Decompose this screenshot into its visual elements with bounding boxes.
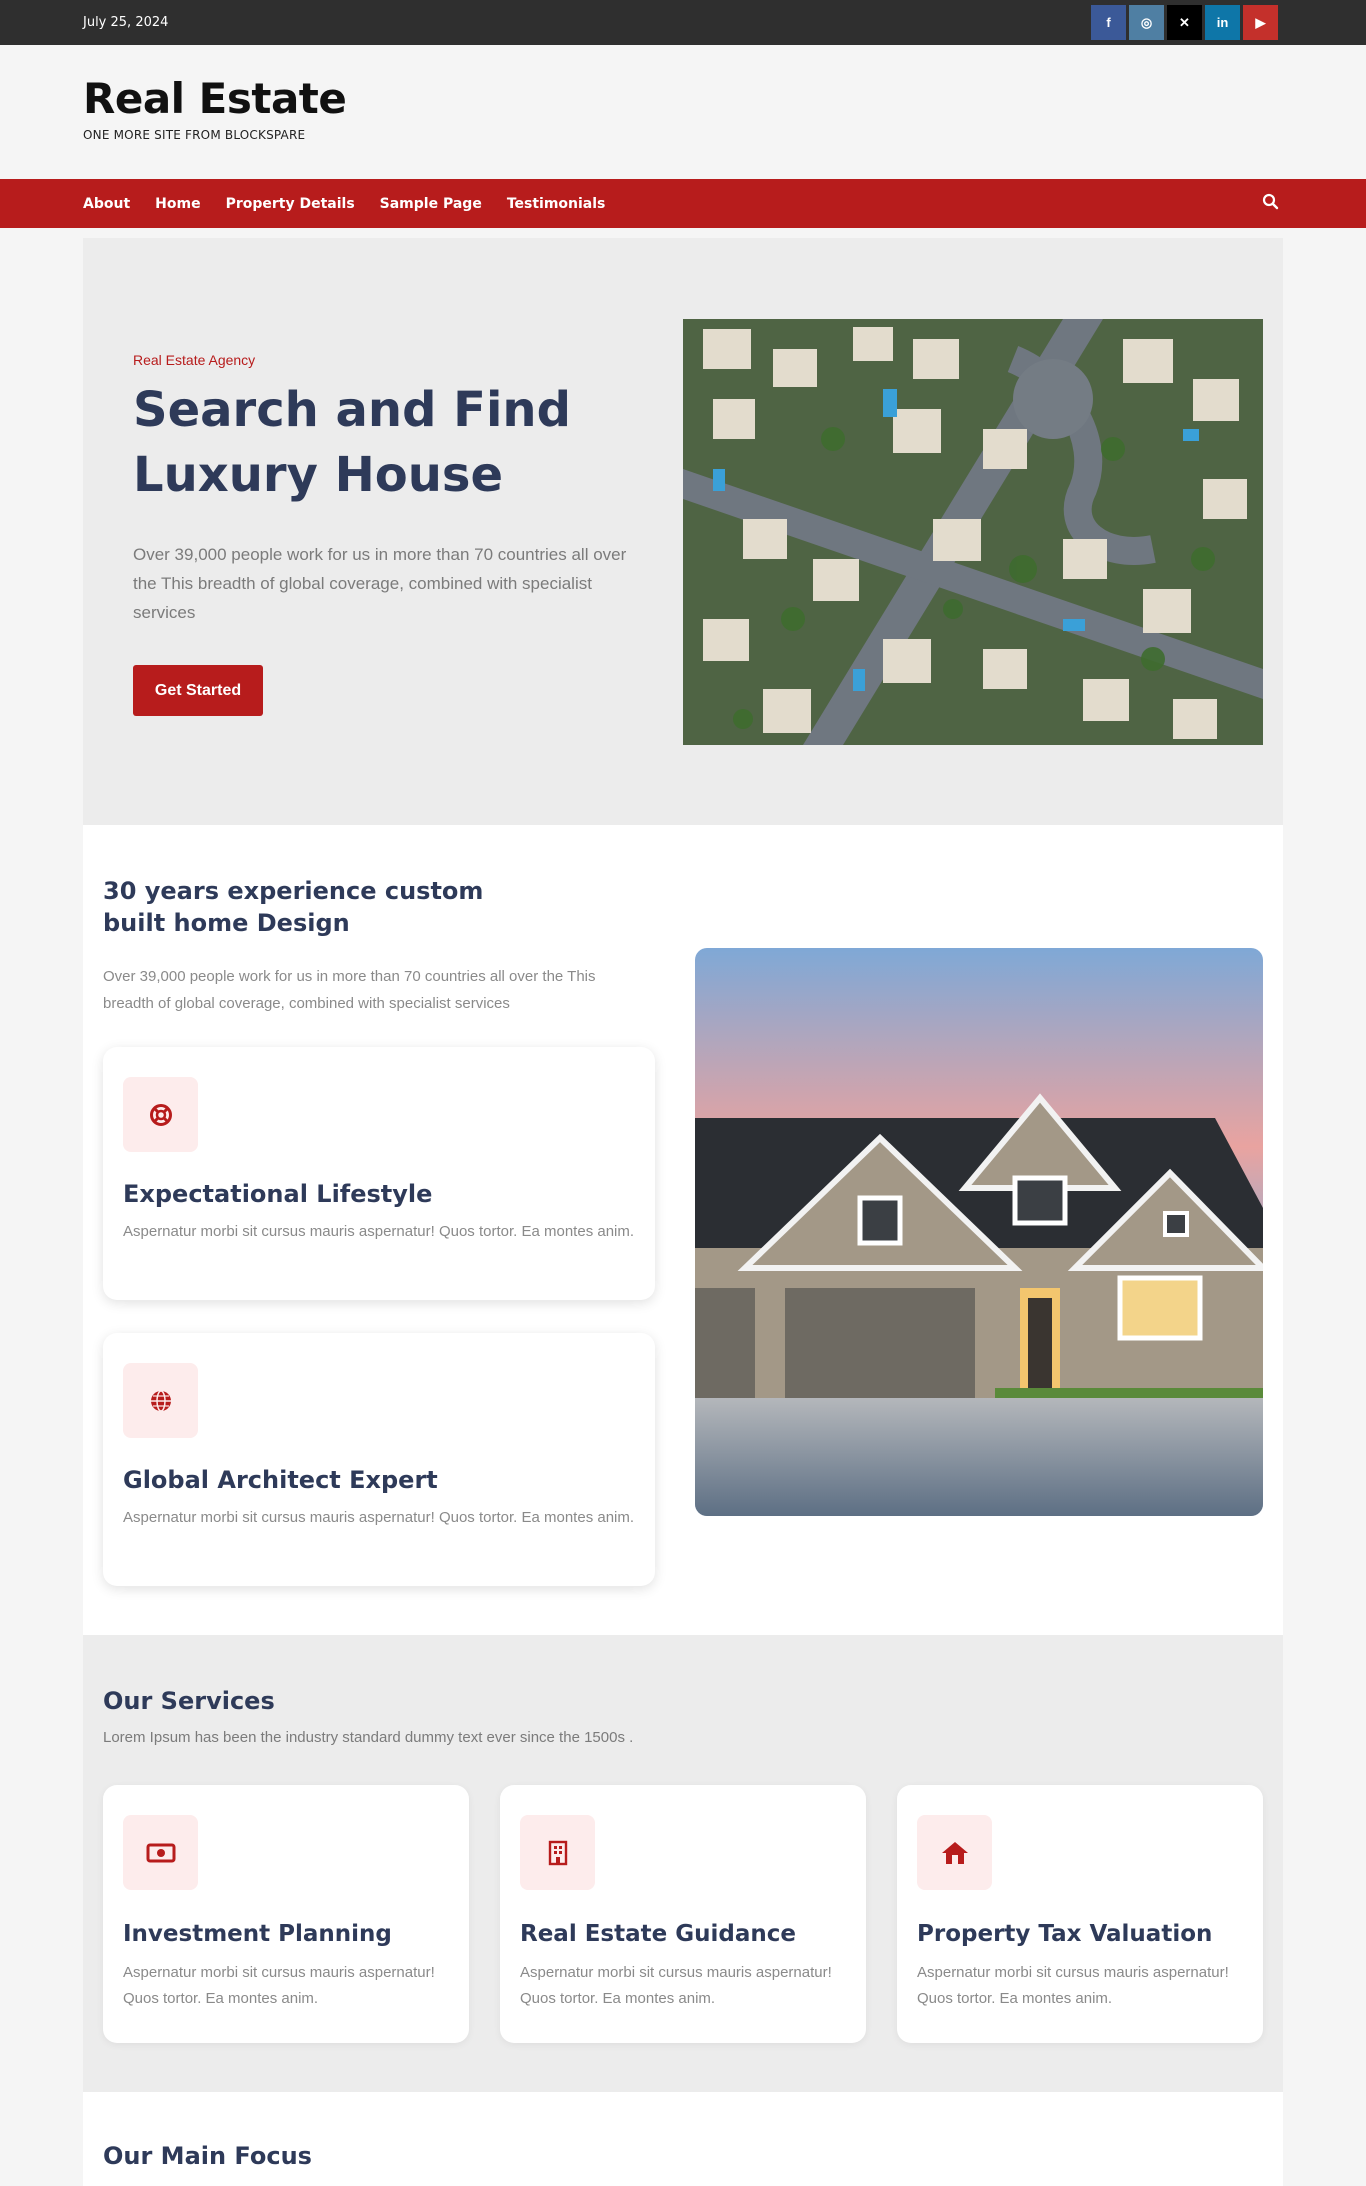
feature-card: Global Architect Expert Aspernatur morbi… bbox=[103, 1333, 655, 1586]
service-title: Property Tax Valuation bbox=[917, 1921, 1213, 1947]
feature-text: Aspernatur morbi sit cursus mauris asper… bbox=[123, 1223, 635, 1240]
feature-icon-box bbox=[123, 1363, 198, 1438]
facebook-icon[interactable]: f bbox=[1091, 5, 1126, 40]
x-icon[interactable]: ✕ bbox=[1167, 5, 1202, 40]
social-links: f ◎ ✕ in ▶ bbox=[1091, 5, 1278, 40]
nav-item-home[interactable]: Home bbox=[155, 196, 200, 212]
top-bar: July 25, 2024 f ◎ ✕ in ▶ bbox=[0, 0, 1366, 45]
service-title: Real Estate Guidance bbox=[520, 1921, 796, 1947]
nav-item-testimonials[interactable]: Testimonials bbox=[507, 196, 606, 212]
hero-title: Search and Find Luxury House bbox=[133, 382, 571, 503]
about-title: 30 years experience custom built home De… bbox=[103, 877, 484, 937]
service-card: Investment Planning Aspernatur morbi sit… bbox=[103, 1785, 469, 2043]
services-section: Our Services Lorem Ipsum has been the in… bbox=[83, 1635, 1283, 2092]
site-tagline: ONE MORE SITE FROM BLOCKSPARE bbox=[83, 128, 306, 142]
feature-card: Expectational Lifestyle Aspernatur morbi… bbox=[103, 1047, 655, 1300]
services-subtitle: Lorem Ipsum has been the industry standa… bbox=[103, 1729, 634, 1746]
site-title[interactable]: Real Estate bbox=[83, 74, 347, 123]
globe-icon bbox=[150, 1389, 171, 1412]
hero-section: Real Estate Agency Search and Find Luxur… bbox=[83, 238, 1283, 825]
linkedin-icon[interactable]: in bbox=[1205, 5, 1240, 40]
hero-description: Over 39,000 people work for us in more t… bbox=[133, 545, 627, 622]
nav-item-about[interactable]: About bbox=[83, 196, 130, 212]
feature-icon-box bbox=[123, 1077, 198, 1152]
service-icon-box bbox=[123, 1815, 198, 1890]
services-title: Our Services bbox=[103, 1687, 275, 1715]
main-focus-section: Our Main Focus bbox=[83, 2092, 1283, 2186]
service-card: Real Estate Guidance Aspernatur morbi si… bbox=[500, 1785, 866, 2043]
feature-title: Global Architect Expert bbox=[123, 1466, 438, 1494]
feature-text: Aspernatur morbi sit cursus mauris asper… bbox=[123, 1509, 635, 1526]
about-description: Over 39,000 people work for us in more t… bbox=[103, 968, 596, 1012]
focus-title: Our Main Focus bbox=[103, 2142, 312, 2170]
instagram-icon[interactable]: ◎ bbox=[1129, 5, 1164, 40]
service-icon-box bbox=[520, 1815, 595, 1890]
get-started-button[interactable]: Get Started bbox=[133, 665, 263, 716]
money-icon bbox=[146, 1843, 175, 1862]
hero-eyebrow: Real Estate Agency bbox=[133, 352, 256, 368]
service-icon-box bbox=[917, 1815, 992, 1890]
service-text: Aspernatur morbi sit cursus mauris asper… bbox=[520, 1964, 832, 2007]
lifebuoy-icon bbox=[149, 1103, 172, 1126]
aerial-neighborhood-image bbox=[683, 319, 1263, 745]
nav-item-sample-page[interactable]: Sample Page bbox=[380, 196, 482, 212]
service-title: Investment Planning bbox=[123, 1921, 392, 1947]
main-nav: About Home Property Details Sample Page … bbox=[0, 179, 1366, 228]
search-icon[interactable] bbox=[1261, 192, 1281, 212]
house-photo bbox=[695, 948, 1263, 1516]
service-text: Aspernatur morbi sit cursus mauris asper… bbox=[917, 1964, 1229, 2007]
current-date: July 25, 2024 bbox=[83, 15, 169, 30]
about-section: 30 years experience custom built home De… bbox=[83, 825, 1283, 1635]
house-icon bbox=[941, 1841, 968, 1864]
building-icon bbox=[548, 1840, 567, 1865]
service-text: Aspernatur morbi sit cursus mauris asper… bbox=[123, 1964, 435, 2007]
nav-item-property-details[interactable]: Property Details bbox=[226, 196, 355, 212]
youtube-icon[interactable]: ▶ bbox=[1243, 5, 1278, 40]
feature-title: Expectational Lifestyle bbox=[123, 1180, 433, 1208]
service-card: Property Tax Valuation Aspernatur morbi … bbox=[897, 1785, 1263, 2043]
